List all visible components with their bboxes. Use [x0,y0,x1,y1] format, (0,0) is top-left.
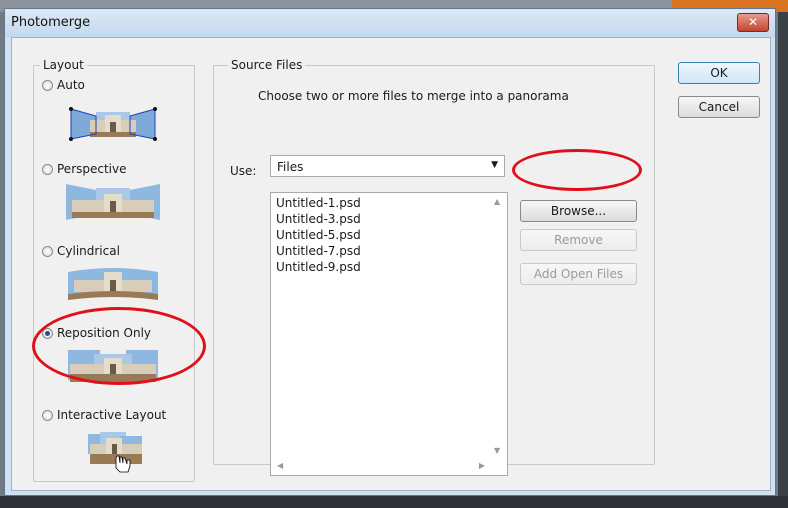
list-item[interactable]: Untitled-3.psd [276,212,361,226]
radio-cylindrical-label: Cylindrical [57,244,120,258]
ok-button[interactable]: OK [678,62,760,84]
close-button[interactable]: ✕ [737,13,769,32]
dialog-body: Layout Auto Perspective Cylindrical Repo… [11,37,771,491]
add-open-files-button[interactable]: Add Open Files [520,263,637,285]
radio-cylindrical-button[interactable] [42,245,53,257]
radio-auto[interactable]: Auto [42,78,85,92]
cancel-button[interactable]: Cancel [678,96,760,118]
scroll-right-icon[interactable]: ▶ [479,461,485,470]
scroll-up-icon[interactable]: ▲ [494,197,500,206]
perspective-thumbnail [66,184,160,220]
scroll-down-icon[interactable]: ▼ [494,446,500,455]
radio-cylindrical[interactable]: Cylindrical [42,244,120,258]
layout-group: Layout Auto Perspective Cylindrical Repo… [33,58,195,482]
reposition-annotation-circle [32,307,206,385]
source-files-group: Source Files Choose two or more files to… [213,58,655,476]
use-select-value: Files [277,160,304,174]
background-bottom-strip [0,496,788,508]
window-title: Photomerge [11,15,91,30]
layout-legend: Layout [40,58,87,72]
horizontal-scrollbar[interactable]: ◀ ▶ [273,459,489,473]
radio-auto-button[interactable] [42,79,53,91]
scroll-left-icon[interactable]: ◀ [277,461,283,470]
remove-button[interactable]: Remove [520,229,637,251]
file-list[interactable]: Untitled-1.psd Untitled-3.psd Untitled-5… [270,192,508,476]
list-item[interactable]: Untitled-7.psd [276,244,361,258]
radio-perspective-label: Perspective [57,162,127,176]
radio-auto-label: Auto [57,78,85,92]
list-item[interactable]: Untitled-5.psd [276,228,361,242]
radio-perspective[interactable]: Perspective [42,162,127,176]
source-instruction: Choose two or more files to merge into a… [258,89,569,103]
close-icon: ✕ [747,15,759,29]
radio-interactive-layout-button[interactable] [42,409,53,421]
title-bar[interactable]: Photomerge ✕ [5,9,775,37]
vertical-scrollbar[interactable]: ▲ ▼ [491,195,505,457]
use-select[interactable]: Files ▼ [270,155,505,177]
radio-interactive-layout-label: Interactive Layout [57,408,167,422]
source-files-legend: Source Files [228,58,306,72]
use-label: Use: [230,164,257,178]
interactive-layout-thumbnail [88,432,142,473]
browse-annotation-circle [512,149,642,191]
photomerge-dialog: Photomerge ✕ Layout Auto Perspective Cyl… [4,8,776,496]
background-right-strip [778,12,788,508]
auto-thumbnail [69,107,157,141]
radio-perspective-button[interactable] [42,163,53,175]
list-item[interactable]: Untitled-9.psd [276,260,361,274]
browse-button[interactable]: Browse... [520,200,637,222]
list-item[interactable]: Untitled-1.psd [276,196,361,210]
radio-interactive-layout[interactable]: Interactive Layout [42,408,166,422]
cylindrical-thumbnail [68,268,158,300]
dropdown-arrow-icon[interactable]: ▼ [491,160,498,170]
